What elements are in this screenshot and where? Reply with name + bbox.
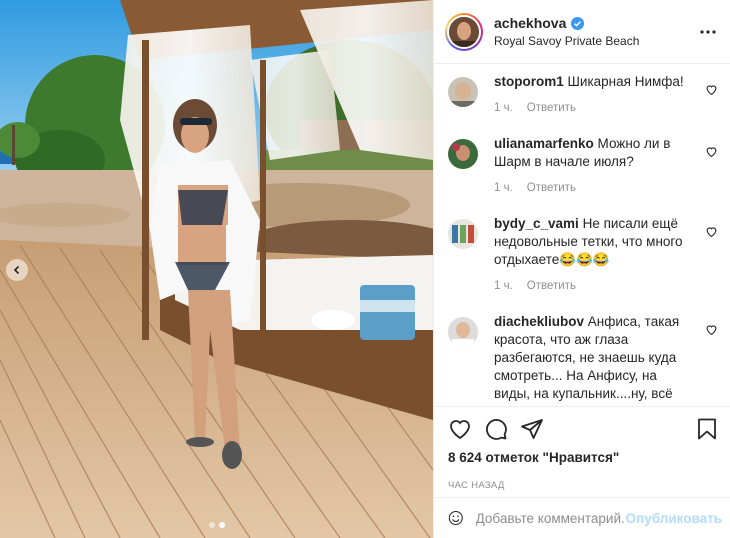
comment-item: diachekliubov Анфиса, такая красота, что… — [448, 313, 718, 406]
heart-outline-icon[interactable] — [705, 83, 718, 96]
like-button[interactable] — [448, 417, 472, 441]
carousel-dot-active — [218, 522, 225, 528]
action-bar — [434, 407, 730, 451]
comment-text: Шикарная Нимфа! — [567, 74, 684, 89]
save-button[interactable] — [695, 417, 719, 441]
heart-outline-icon[interactable] — [705, 323, 718, 336]
heart-outline-icon[interactable] — [705, 225, 718, 238]
more-options-button[interactable] — [698, 22, 718, 42]
post-location[interactable]: Royal Savoy Private Beach — [494, 34, 698, 48]
reply-button[interactable]: Ответить — [527, 102, 576, 114]
commenter-avatar[interactable] — [448, 317, 478, 347]
heart-icon — [450, 420, 470, 440]
comments-list[interactable]: stoporom1 Шикарная Нимфа! 1 ч. Ответить … — [434, 65, 730, 406]
comment-item: bydy_c_vami Не писали ещё недовольные те… — [448, 215, 718, 313]
comment-time[interactable]: 1 ч. — [494, 280, 513, 292]
avatar-icon — [448, 139, 478, 169]
post-side-panel: achekhova Royal Savoy Private Beach stop… — [433, 0, 730, 538]
comment-username[interactable]: bydy_c_vami — [494, 216, 579, 231]
comment-username[interactable]: stoporom1 — [494, 74, 564, 89]
more-horizontal-icon — [700, 29, 716, 34]
likes-count[interactable]: 8 624 отметок "Нравится" — [434, 451, 730, 465]
post-header: achekhova Royal Savoy Private Beach — [434, 0, 730, 64]
post-photo[interactable] — [0, 0, 433, 538]
reply-button[interactable]: Ответить — [527, 280, 576, 292]
comment-time[interactable]: 1 ч. — [494, 182, 513, 194]
comment-time[interactable]: 1 ч. — [494, 102, 513, 114]
commenter-avatar[interactable] — [448, 219, 478, 249]
carousel-dot — [208, 522, 215, 528]
comment-composer: Опубликовать — [434, 497, 730, 538]
heart-outline-icon[interactable] — [705, 145, 718, 158]
comment-username[interactable]: ulianamarfenko — [494, 136, 594, 151]
commenter-avatar[interactable] — [448, 139, 478, 169]
commenter-avatar[interactable] — [448, 77, 478, 107]
comment-item: ulianamarfenko Можно ли в Шарм в начале … — [448, 135, 718, 215]
avatar-icon — [449, 16, 479, 47]
carousel-dots — [0, 522, 433, 528]
post-timestamp[interactable]: час назад — [434, 480, 730, 491]
post-action-section: 8 624 отметок "Нравится" час назад — [434, 406, 730, 491]
comment-bubble-icon — [486, 419, 507, 440]
verified-badge-icon — [571, 16, 585, 30]
avatar-icon — [448, 219, 478, 249]
comment-button[interactable] — [484, 417, 508, 441]
emoji-icon[interactable] — [448, 506, 464, 530]
comment-item: stoporom1 Шикарная Нимфа! 1 ч. Ответить — [448, 73, 718, 135]
reply-button[interactable]: Ответить — [527, 182, 576, 194]
bookmark-icon — [698, 418, 716, 440]
beach-photo — [0, 0, 433, 538]
comment-input[interactable] — [475, 510, 626, 526]
comment-username[interactable]: diachekliubov — [494, 314, 584, 329]
author-username[interactable]: achekhova — [494, 15, 566, 31]
chevron-left-icon — [13, 265, 20, 275]
author-avatar[interactable] — [445, 12, 483, 51]
paper-plane-icon — [521, 419, 543, 439]
avatar-icon — [448, 77, 478, 107]
avatar-icon — [448, 317, 478, 347]
share-button[interactable] — [520, 417, 544, 441]
previous-photo-button[interactable] — [6, 259, 28, 281]
publish-button[interactable]: Опубликовать — [626, 511, 722, 526]
